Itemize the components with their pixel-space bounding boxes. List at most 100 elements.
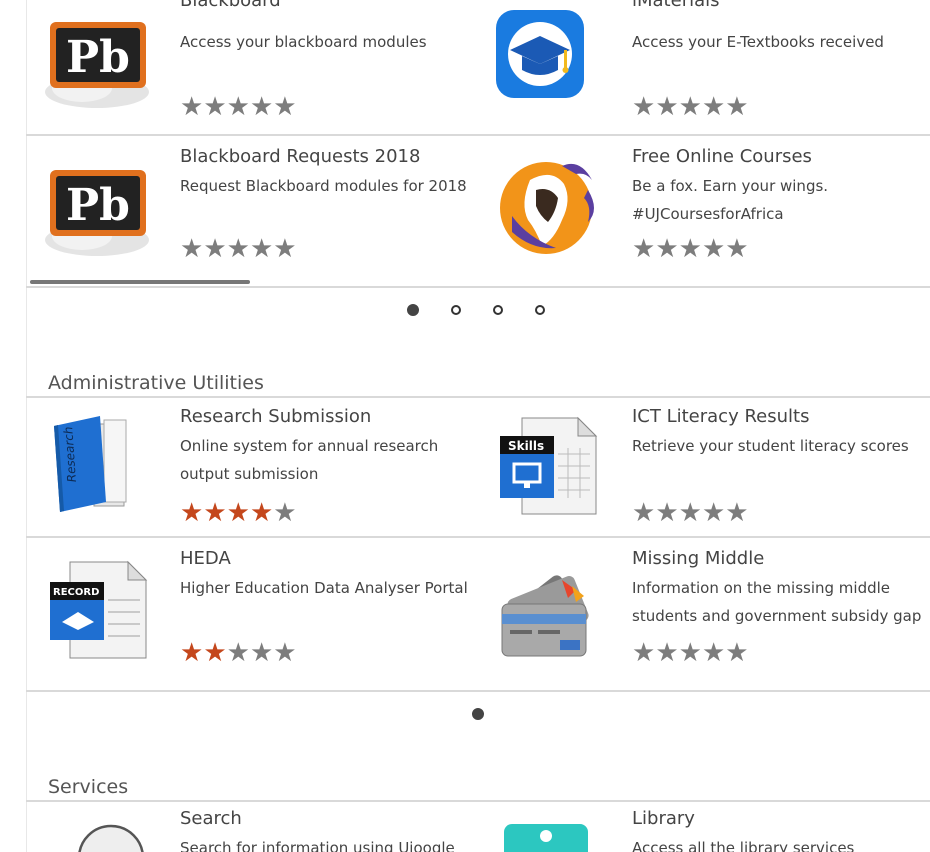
- app-description: Retrieve your student literacy scores: [632, 437, 909, 455]
- app-description: Access your E-Textbooks received: [632, 33, 884, 51]
- blackboard-icon: Pb: [45, 22, 149, 108]
- pager-dot-3[interactable]: [493, 305, 503, 315]
- star-icon: ★: [203, 234, 227, 264]
- star-icon: ★: [203, 638, 227, 668]
- app-card-missing-middle[interactable]: Missing Middle Information on the missin…: [490, 538, 922, 690]
- star-rating: ★★★★★: [180, 498, 297, 528]
- star-icon: ★: [701, 234, 726, 264]
- star-rating: ★★★★★: [180, 638, 297, 668]
- fox-africa-icon: [500, 162, 594, 254]
- skills-icon-label: Skills: [508, 439, 544, 453]
- star-icon: ★: [226, 234, 250, 264]
- star-rating: ★★★★★: [632, 498, 749, 528]
- star-icon: ★: [701, 92, 726, 122]
- research-folder-icon: Research: [54, 416, 127, 512]
- app-description: Higher Education Data Analyser Portal: [180, 579, 468, 597]
- divider: [26, 690, 930, 692]
- app-title: ICT Literacy Results: [632, 406, 810, 427]
- app-title: Blackboard: [180, 0, 281, 11]
- star-icon: ★: [203, 498, 227, 528]
- star-icon: ★: [701, 498, 726, 528]
- star-icon: ★: [632, 498, 656, 528]
- star-icon: ★: [180, 92, 204, 122]
- star-rating: ★★★★★: [180, 234, 297, 264]
- app-title: HEDA: [180, 548, 231, 569]
- app-card-library[interactable]: Library Access all the library services: [490, 802, 920, 852]
- star-icon: ★: [678, 234, 702, 264]
- app-card-imaterials[interactable]: iMaterials Access your E-Textbooks recei…: [490, 0, 920, 134]
- star-icon: ★: [226, 92, 250, 122]
- star-icon: ★: [273, 92, 297, 122]
- star-icon: ★: [655, 638, 679, 668]
- star-icon: ★: [632, 92, 656, 122]
- star-icon: ★: [678, 92, 702, 122]
- star-rating: ★★★★★: [632, 234, 749, 264]
- star-icon: ★: [249, 638, 274, 668]
- app-description: Online system for annual research output…: [180, 437, 439, 483]
- app-description: Request Blackboard modules for 2018: [180, 177, 467, 195]
- app-card-ict-literacy-results[interactable]: Skills ICT Literacy Results Retrieve you…: [490, 398, 920, 536]
- star-icon: ★: [180, 638, 204, 668]
- app-card-free-online-courses[interactable]: Free Online Courses Be a fox. Earn your …: [490, 136, 920, 286]
- app-card-blackboard-requests[interactable]: Pb Blackboard Requests 2018 Request Blac…: [40, 136, 467, 286]
- star-icon: ★: [180, 498, 204, 528]
- app-card-blackboard[interactable]: Pb Blackboard Access your blackboard mod…: [40, 0, 460, 134]
- app-title: iMaterials: [632, 0, 720, 11]
- app-card-search[interactable]: Search Search for information using Ujoo…: [40, 802, 460, 852]
- star-icon: ★: [203, 92, 227, 122]
- star-icon: ★: [249, 498, 274, 528]
- star-icon: ★: [273, 498, 297, 528]
- pager-dot-1[interactable]: [472, 708, 484, 720]
- app-title: Blackboard Requests 2018: [180, 146, 421, 167]
- pager-dot-2[interactable]: [451, 305, 461, 315]
- star-icon: ★: [655, 92, 679, 122]
- svg-text:Pb: Pb: [66, 180, 130, 231]
- star-icon: ★: [273, 234, 297, 264]
- library-icon: [504, 824, 588, 852]
- app-title: Free Online Courses: [632, 146, 812, 167]
- star-icon: ★: [249, 92, 274, 122]
- pager-dot-4[interactable]: [535, 305, 545, 315]
- app-description: Be a fox. Earn your wings. #UJCoursesfor…: [632, 177, 829, 223]
- divider: [26, 286, 930, 288]
- app-title: Search: [180, 808, 242, 829]
- app-description: Access your blackboard modules: [180, 33, 427, 51]
- section-title-services: Services: [48, 776, 129, 798]
- star-icon: ★: [725, 638, 749, 668]
- star-icon: ★: [725, 92, 749, 122]
- star-icon: ★: [655, 498, 679, 528]
- app-description: Search for information using Ujoogle: [180, 839, 455, 852]
- credit-cards-icon: [501, 575, 589, 657]
- skills-document-icon: Skills: [500, 416, 598, 515]
- star-icon: ★: [632, 638, 656, 668]
- star-rating: ★★★★★: [180, 92, 297, 122]
- star-icon: ★: [180, 234, 204, 264]
- star-icon: ★: [226, 498, 250, 528]
- star-icon: ★: [725, 498, 749, 528]
- star-icon: ★: [678, 498, 702, 528]
- star-icon: ★: [632, 234, 656, 264]
- record-document-icon: RECORD: [50, 560, 148, 659]
- star-rating: ★★★★★: [632, 92, 749, 122]
- star-icon: ★: [655, 234, 679, 264]
- star-icon: ★: [725, 234, 749, 264]
- star-icon: ★: [273, 638, 297, 668]
- record-icon-label: RECORD: [53, 587, 99, 598]
- app-title: Research Submission: [180, 406, 372, 427]
- star-icon: ★: [701, 638, 726, 668]
- app-title: Library: [632, 808, 695, 829]
- app-description: Access all the library services: [632, 839, 855, 852]
- horizontal-scrollbar[interactable]: [30, 280, 250, 284]
- app-card-research-submission[interactable]: Research Research Submission Online syst…: [40, 398, 460, 536]
- search-circle-icon: [78, 824, 144, 852]
- app-description: Information on the missing middle studen…: [632, 579, 922, 625]
- star-icon: ★: [678, 638, 702, 668]
- app-title: Missing Middle: [632, 548, 765, 569]
- app-card-heda[interactable]: RECORD HEDA Higher Education Data Analys…: [40, 538, 468, 690]
- graduation-cap-icon: [496, 10, 584, 98]
- svg-text:Pb: Pb: [66, 32, 130, 83]
- pager-dot-1[interactable]: [407, 304, 419, 316]
- section-title-administrative-utilities: Administrative Utilities: [48, 372, 264, 394]
- star-icon: ★: [226, 638, 250, 668]
- star-icon: ★: [249, 234, 274, 264]
